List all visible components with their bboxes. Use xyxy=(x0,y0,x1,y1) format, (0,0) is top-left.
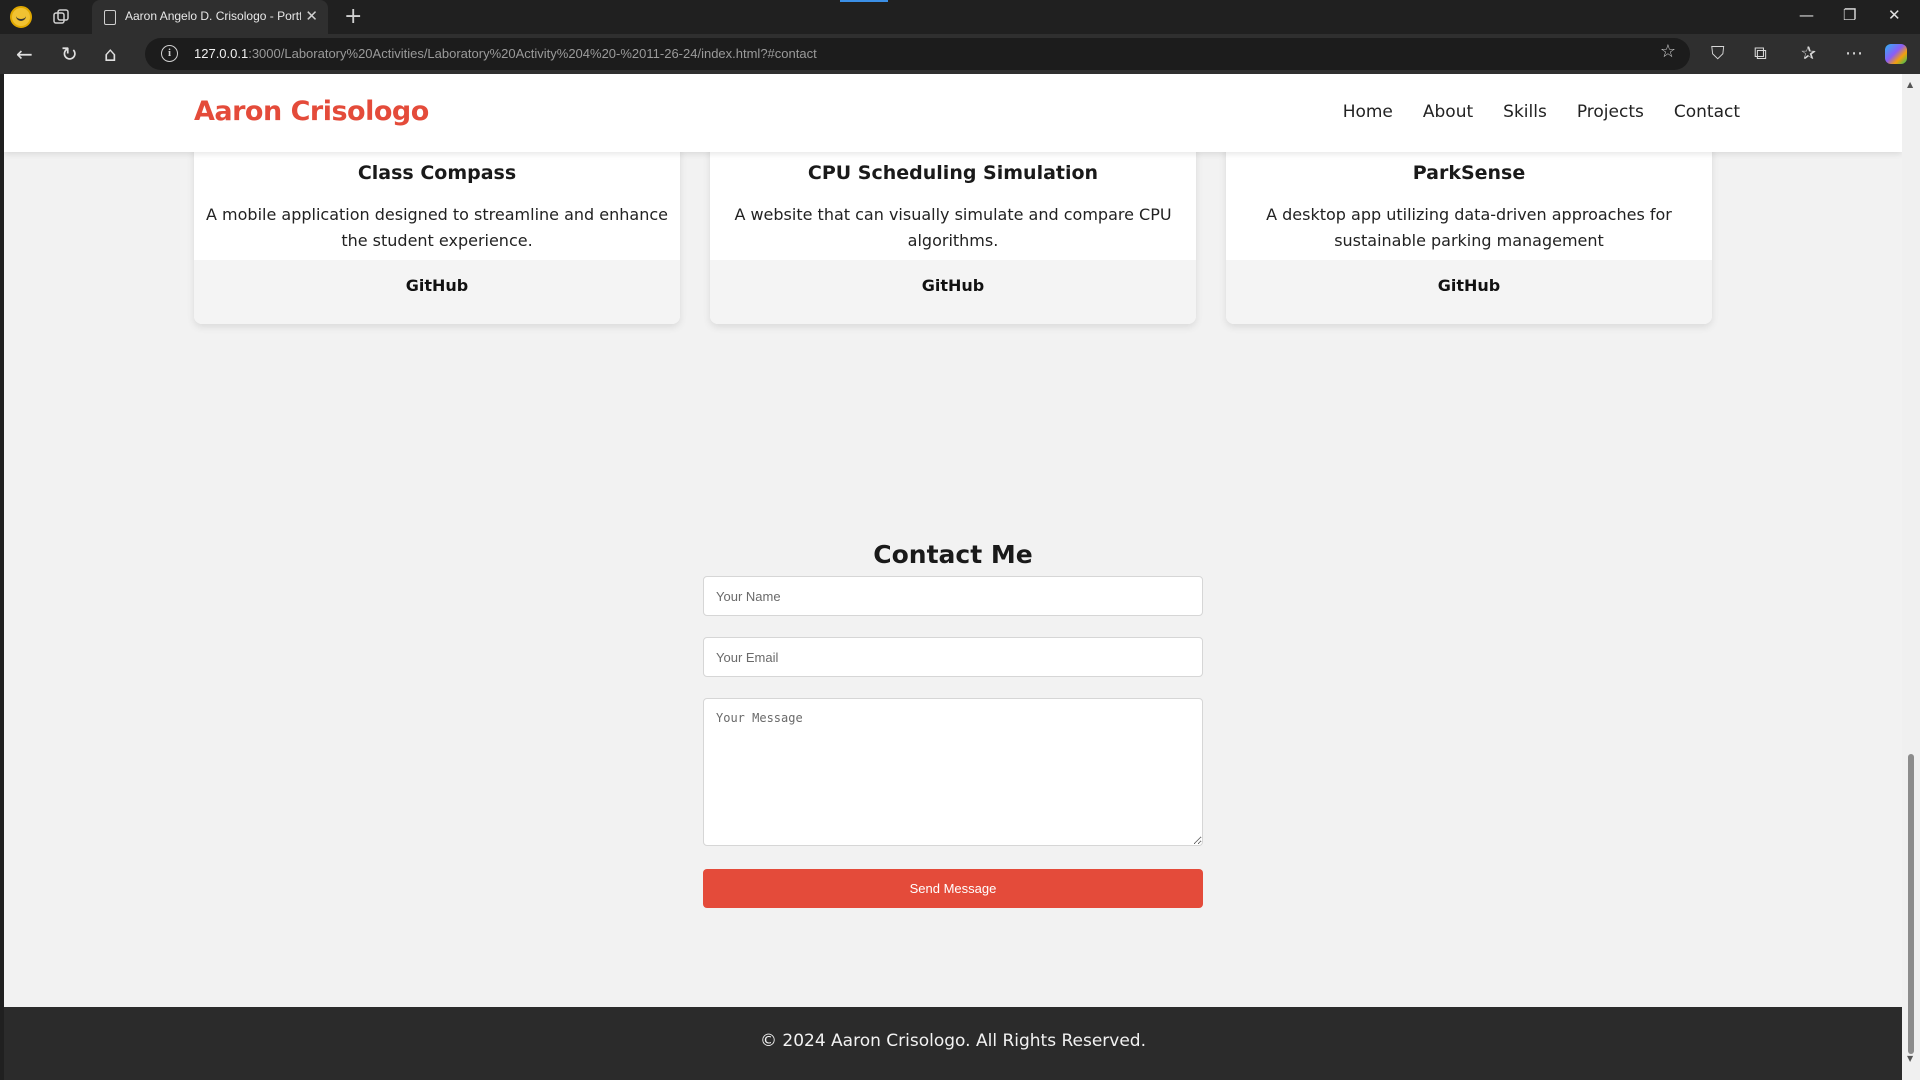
star-icon[interactable]: ☆ xyxy=(1660,41,1676,62)
favorites-icon[interactable]: ✰ xyxy=(1801,43,1816,64)
scrollbar-thumb[interactable] xyxy=(1908,754,1914,1054)
email-field[interactable] xyxy=(703,637,1203,677)
profile-icon[interactable] xyxy=(10,6,32,28)
github-link[interactable]: GitHub xyxy=(922,276,985,295)
scroll-down-icon[interactable]: ▼ xyxy=(1907,1054,1913,1063)
project-description: A mobile application designed to streaml… xyxy=(206,205,668,250)
active-tab[interactable]: Aaron Angelo D. Crisologo - Portfolio ✕ xyxy=(92,0,328,34)
browser-titlebar: Aaron Angelo D. Crisologo - Portfolio ✕ … xyxy=(0,0,1920,34)
minimize-icon[interactable]: — xyxy=(1799,6,1814,24)
nav-home[interactable]: Home xyxy=(1343,102,1393,122)
back-icon[interactable]: ← xyxy=(16,42,33,66)
close-icon[interactable]: ✕ xyxy=(305,7,318,25)
project-description: A desktop app utilizing data-driven appr… xyxy=(1266,205,1672,250)
page-icon xyxy=(104,10,116,25)
tab-title: Aaron Angelo D. Crisologo - Portfolio xyxy=(125,9,301,23)
project-footer: GitHub xyxy=(194,260,680,324)
nav-projects[interactable]: Projects xyxy=(1577,102,1644,122)
github-link[interactable]: GitHub xyxy=(1438,276,1501,295)
url-text[interactable]: 127.0.0.1:3000/Laboratory%20Activities/L… xyxy=(194,46,817,61)
project-footer: GitHub xyxy=(1226,260,1712,324)
nav-skills[interactable]: Skills xyxy=(1503,102,1547,122)
site-footer: © 2024 Aaron Crisologo. All Rights Reser… xyxy=(4,1007,1902,1080)
accent-indicator xyxy=(840,0,888,2)
browser-toolbar: ← ↻ ⌂ i 127.0.0.1:3000/Laboratory%20Acti… xyxy=(0,34,1920,74)
page-scrollbar[interactable]: ▲ ▼ xyxy=(1902,74,1920,1080)
shield-icon[interactable]: ⛉ xyxy=(1711,43,1725,64)
project-title: Class Compass xyxy=(357,162,517,184)
window-close-icon[interactable]: ✕ xyxy=(1888,6,1901,24)
message-field[interactable] xyxy=(703,698,1203,846)
project-description: A website that can visually simulate and… xyxy=(734,205,1172,250)
copilot-icon[interactable] xyxy=(1885,44,1907,64)
send-message-button[interactable]: Send Message xyxy=(703,869,1203,908)
workspaces-icon[interactable] xyxy=(52,8,70,26)
site-header: Aaron Crisologo Home About Skills Projec… xyxy=(4,74,1902,152)
main-nav: Home About Skills Projects Contact xyxy=(1343,102,1740,122)
info-icon[interactable]: i xyxy=(161,45,178,62)
name-field[interactable] xyxy=(703,576,1203,616)
nav-contact[interactable]: Contact xyxy=(1674,102,1740,122)
nav-about[interactable]: About xyxy=(1423,102,1473,122)
project-footer: GitHub xyxy=(710,260,1196,324)
github-link[interactable]: GitHub xyxy=(406,276,469,295)
page-viewport: Class Compass A mobile application desig… xyxy=(4,74,1902,1080)
extensions-icon[interactable]: ⧉ xyxy=(1754,43,1767,64)
project-title: CPU Scheduling Simulation xyxy=(807,162,1099,184)
more-icon[interactable]: ⋯ xyxy=(1845,43,1863,64)
address-bar[interactable]: i 127.0.0.1:3000/Laboratory%20Activities… xyxy=(145,38,1690,70)
new-tab-icon[interactable]: + xyxy=(344,4,362,29)
project-title: ParkSense xyxy=(1412,162,1526,184)
home-icon[interactable]: ⌂ xyxy=(104,42,117,66)
reload-icon[interactable]: ↻ xyxy=(61,42,78,66)
scroll-up-icon[interactable]: ▲ xyxy=(1907,80,1913,89)
site-logo[interactable]: Aaron Crisologo xyxy=(194,96,429,127)
restore-icon[interactable]: ❐ xyxy=(1843,6,1856,24)
contact-title: Contact Me xyxy=(873,540,1033,569)
